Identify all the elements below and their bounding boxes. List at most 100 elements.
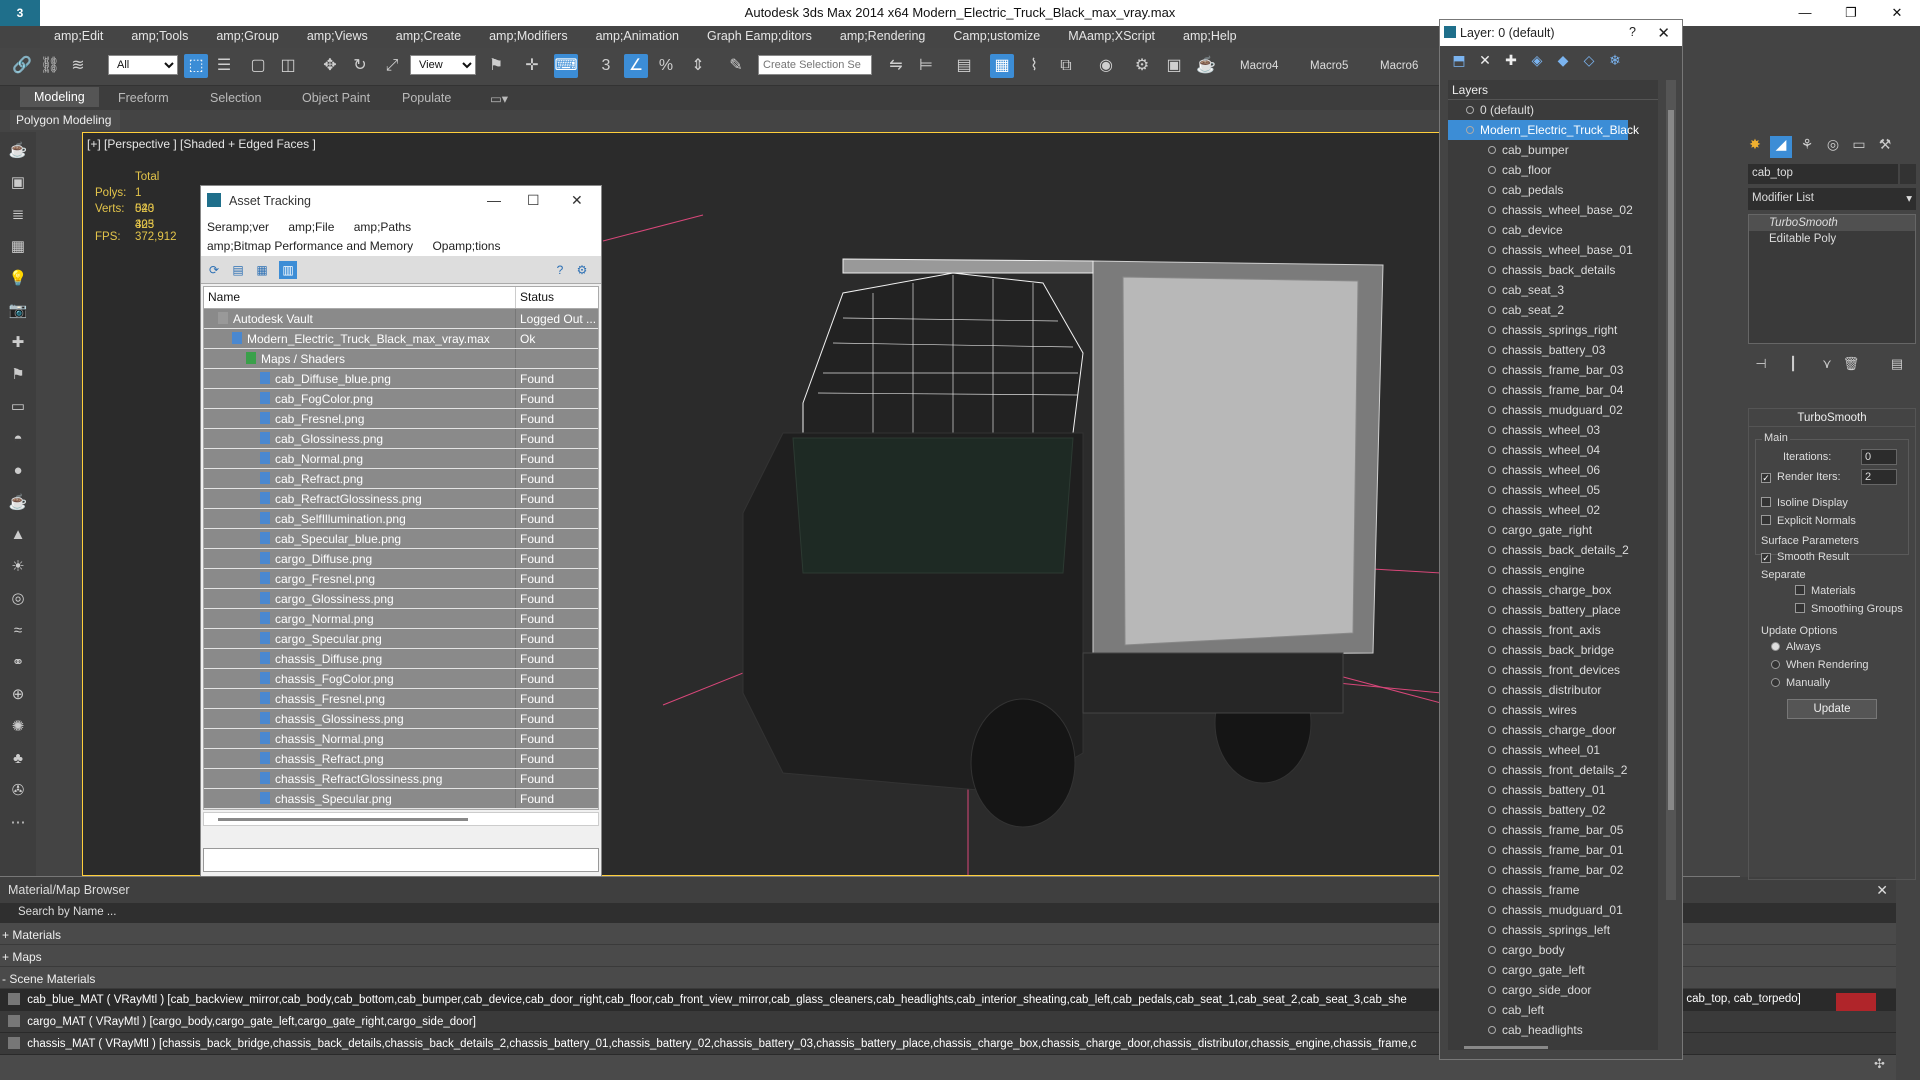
render-production-icon[interactable]: ☕ [1194, 54, 1218, 78]
close-icon[interactable]: ✕ [571, 192, 583, 209]
layer-object-item[interactable]: chassis_wheel_01 [1448, 740, 1658, 760]
layer-object-item[interactable]: chassis_mudguard_02 [1448, 400, 1658, 420]
layer-object-item[interactable]: chassis_battery_03 [1448, 340, 1658, 360]
create-layer-icon[interactable]: ⬒ [1450, 52, 1468, 69]
macro4-button[interactable]: Macro4 [1240, 60, 1278, 72]
layer-object-item[interactable]: cargo_gate_right [1448, 520, 1658, 540]
macro5-button[interactable]: Macro5 [1310, 60, 1348, 72]
delete-layer-icon[interactable]: ✕ [1476, 52, 1494, 69]
layer-vertical-scrollbar[interactable] [1666, 80, 1676, 900]
maximize-icon[interactable]: ☐ [527, 192, 540, 209]
menu-server[interactable]: Seramp;ver [207, 220, 269, 234]
tab-populate[interactable]: Populate [402, 91, 451, 105]
smooth-result-checkbox[interactable]: ✓ [1761, 553, 1771, 563]
layer-object-item[interactable]: cab_pedals [1448, 180, 1658, 200]
helper-icon[interactable]: ✚ [5, 330, 31, 356]
bind-spacewarp-icon[interactable]: ≋ [66, 54, 90, 78]
stack-item-turbosmooth[interactable]: TurboSmooth [1749, 215, 1915, 231]
menu-file[interactable]: amp;File [288, 220, 334, 234]
create-tab-icon[interactable]: ✸ [1744, 136, 1766, 158]
angle-snap-icon[interactable]: ∠ [624, 54, 648, 78]
asset-row[interactable]: chassis_FogColor.png Found [204, 669, 598, 689]
asset-row[interactable]: cab_Fresnel.png Found [204, 409, 598, 429]
asset-horizontal-scrollbar[interactable] [203, 812, 599, 826]
asset-row[interactable]: cab_Glossiness.png Found [204, 429, 598, 449]
selection-filter-select[interactable]: All [108, 55, 178, 75]
asset-row[interactable]: chassis_RefractGlossiness.png Found [204, 769, 598, 789]
close-icon[interactable]: ✕ [1657, 24, 1670, 42]
display-tab-icon[interactable]: ▭ [1848, 136, 1870, 158]
compound-icon[interactable]: ⊕ [5, 682, 31, 708]
mirror-icon[interactable]: ⇋ [884, 54, 908, 78]
minimize-icon[interactable]: — [487, 192, 501, 208]
layer-object-item[interactable]: chassis_frame [1448, 880, 1658, 900]
asset-row[interactable]: Autodesk Vault Logged Out ... [204, 309, 598, 329]
asset-row[interactable]: cargo_Specular.png Found [204, 629, 598, 649]
move-icon[interactable]: ✥ [318, 54, 342, 78]
layer-object-item[interactable]: chassis_mudguard_01 [1448, 900, 1658, 920]
snaps-toggle-icon[interactable]: 3 [594, 54, 618, 78]
asset-row[interactable]: chassis_Specular.png Found [204, 789, 598, 809]
layer-object-item[interactable]: cab_left [1448, 1000, 1658, 1020]
explicit-normals-checkbox[interactable] [1761, 515, 1771, 525]
viewport-label[interactable]: [+] [Perspective ] [Shaded + Edged Faces… [87, 137, 316, 151]
layer-object-item[interactable]: chassis_wheel_04 [1448, 440, 1658, 460]
spacewarp-icon[interactable]: ⚑ [5, 362, 31, 388]
layer-object-item[interactable]: chassis_frame_bar_04 [1448, 380, 1658, 400]
asset-tracking-titlebar[interactable]: Asset Tracking — ☐ ✕ [201, 186, 601, 216]
hemisphere-icon[interactable]: ◓ [5, 426, 31, 452]
named-selection-set-input[interactable] [758, 55, 872, 75]
sun-icon[interactable]: ☀ [5, 554, 31, 580]
highlight-layer-icon[interactable]: ◆ [1554, 52, 1572, 69]
column-status[interactable]: Status [516, 287, 598, 308]
object-color-swatch[interactable] [1900, 164, 1916, 184]
menu-item[interactable]: amp;Modifiers [475, 26, 582, 48]
layer-horizontal-scrollbar[interactable] [1464, 1046, 1548, 1049]
layer-object-item[interactable]: cab_seat_3 [1448, 280, 1658, 300]
show-end-result-icon[interactable]: ┃ [1784, 356, 1802, 372]
menu-bitmap-performance[interactable]: amp;Bitmap Performance and Memory [207, 239, 413, 253]
camera-icon[interactable]: 📷 [5, 298, 31, 324]
layer-object-item[interactable]: chassis_charge_box [1448, 580, 1658, 600]
layer-object-item[interactable]: chassis_front_axis [1448, 620, 1658, 640]
schematic-view-icon[interactable]: ⧉ [1054, 54, 1078, 78]
menu-item[interactable]: amp;Edit [40, 26, 117, 48]
minimize-icon[interactable]: — [1782, 0, 1828, 26]
utilities-tab-icon[interactable]: ⚒ [1874, 136, 1896, 158]
layer-object-item[interactable]: chassis_charge_door [1448, 720, 1658, 740]
options-icon[interactable]: ⚙ [573, 261, 591, 279]
help-icon[interactable]: ? [1629, 25, 1636, 39]
layer-object-item[interactable]: cab_bumper [1448, 140, 1658, 160]
light-icon[interactable]: 💡 [5, 266, 31, 292]
rect-selection-icon[interactable]: ▢ [246, 54, 270, 78]
layer-object-item[interactable]: chassis_back_details [1448, 260, 1658, 280]
close-icon[interactable]: ✕ [1876, 882, 1888, 899]
layer-object-item[interactable]: cab_floor [1448, 160, 1658, 180]
layer-object-item[interactable]: chassis_front_devices [1448, 660, 1658, 680]
layer-item[interactable]: 0 (default) [1448, 100, 1658, 120]
update-button[interactable]: Update [1787, 699, 1877, 719]
refresh-icon[interactable]: ⟳ [205, 261, 223, 279]
menu-item[interactable]: amp;Views [293, 26, 382, 48]
asset-row[interactable]: chassis_Refract.png Found [204, 749, 598, 769]
graphite-ribbon-icon[interactable]: ▦ [990, 54, 1014, 78]
align-icon[interactable]: ⊨ [914, 54, 938, 78]
keyboard-shortcut-icon[interactable]: ⌨ [554, 54, 578, 78]
layer-object-item[interactable]: cargo_gate_left [1448, 960, 1658, 980]
layer-item[interactable]: Modern_Electric_Truck_Black [1448, 120, 1639, 140]
menu-item[interactable]: amp;Group [202, 26, 293, 48]
asset-row[interactable]: cab_SelfIllumination.png Found [204, 509, 598, 529]
column-name[interactable]: Name [204, 287, 516, 308]
remove-modifier-icon[interactable]: 🗑 [1842, 356, 1860, 372]
spinner-snap-icon[interactable]: ⇕ [686, 54, 710, 78]
dynamics-icon[interactable]: ✺ [5, 714, 31, 740]
isoline-checkbox[interactable] [1761, 497, 1771, 507]
menu-item[interactable]: Graph Eamp;ditors [693, 26, 826, 48]
asset-row[interactable]: Modern_Electric_Truck_Black_max_vray.max… [204, 329, 598, 349]
rollout-title[interactable]: TurboSmooth [1749, 409, 1915, 427]
box-icon[interactable]: ▣ [5, 170, 31, 196]
menu-item[interactable]: amp;Tools [117, 26, 202, 48]
window-crossing-icon[interactable]: ◫ [276, 54, 300, 78]
asset-row[interactable]: Maps / Shaders [204, 349, 598, 369]
layer-object-item[interactable]: chassis_wheel_base_02 [1448, 200, 1658, 220]
